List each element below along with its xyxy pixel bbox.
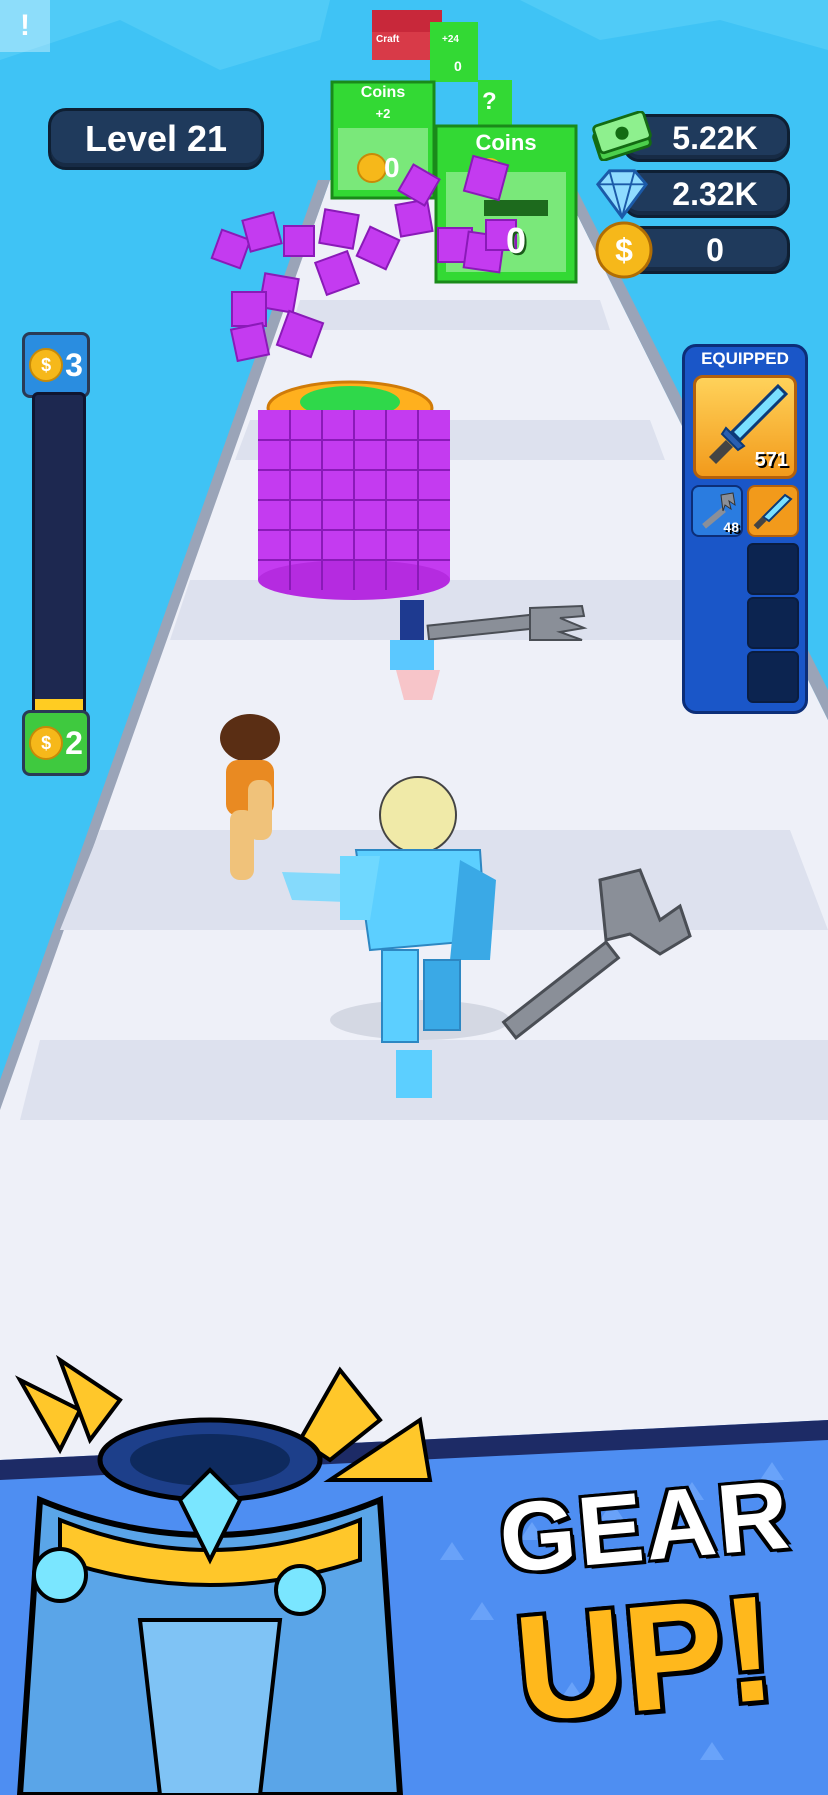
back-gate-bonus: +2 <box>375 106 391 121</box>
sword-icon <box>753 493 793 530</box>
equipped-slot-sword[interactable] <box>747 485 799 537</box>
level-progress-bar: $ 3 $ 2 <box>22 332 90 776</box>
promo-banner-text: GEAR UP! <box>480 1459 810 1753</box>
empty-slot[interactable] <box>747 543 799 595</box>
far-gate-bonus: +24 <box>442 34 459 45</box>
cash-value: 5.22K <box>672 119 758 156</box>
equipped-panel: EQUIPPED 571 48 <box>682 344 808 714</box>
level-indicator: Level 21 <box>48 108 264 170</box>
progress-track <box>32 392 86 718</box>
mystery-gate-label: ? <box>482 88 497 115</box>
cash-icon <box>592 106 652 166</box>
gems-value: 2.32K <box>672 175 758 212</box>
back-gate-title: Coins <box>360 84 406 101</box>
front-gate-title: Coins <box>475 130 537 155</box>
banner-line-2: UP! <box>508 1563 781 1753</box>
gem-icon <box>592 164 652 224</box>
next-level-reward-value: 3 <box>65 346 83 383</box>
current-level-reward-value: 2 <box>65 724 83 761</box>
equipped-slot-trident[interactable]: 48 <box>691 485 743 537</box>
next-level-reward: $ 3 <box>22 332 90 398</box>
coins-value: 0 <box>706 231 724 268</box>
front-gate-value: 0 <box>506 220 527 261</box>
equipped-main-weapon-slot[interactable]: 571 <box>693 375 797 479</box>
svg-text:$: $ <box>615 232 633 268</box>
debug-button[interactable]: ! <box>0 0 50 52</box>
slot-2-count: 48 <box>723 519 739 535</box>
far-gate-value: 0 <box>454 58 462 74</box>
far-gate-craft-label: Craft <box>376 34 400 45</box>
game-stage: ! Level 21 5.22K 2.32K 0 $ Coins +2 0 Co… <box>0 0 828 1795</box>
equipped-title: EQUIPPED <box>701 349 789 368</box>
coin-icon: $ <box>594 220 654 280</box>
empty-slot[interactable] <box>747 597 799 649</box>
coin-icon: $ <box>29 726 64 760</box>
coin-tower <box>258 380 450 600</box>
current-level-reward: $ 2 <box>22 710 90 776</box>
empty-slot[interactable] <box>747 651 799 703</box>
main-weapon-count: 571 <box>754 449 788 471</box>
back-gate-value: 0 <box>384 152 400 183</box>
coin-icon: $ <box>29 348 64 382</box>
